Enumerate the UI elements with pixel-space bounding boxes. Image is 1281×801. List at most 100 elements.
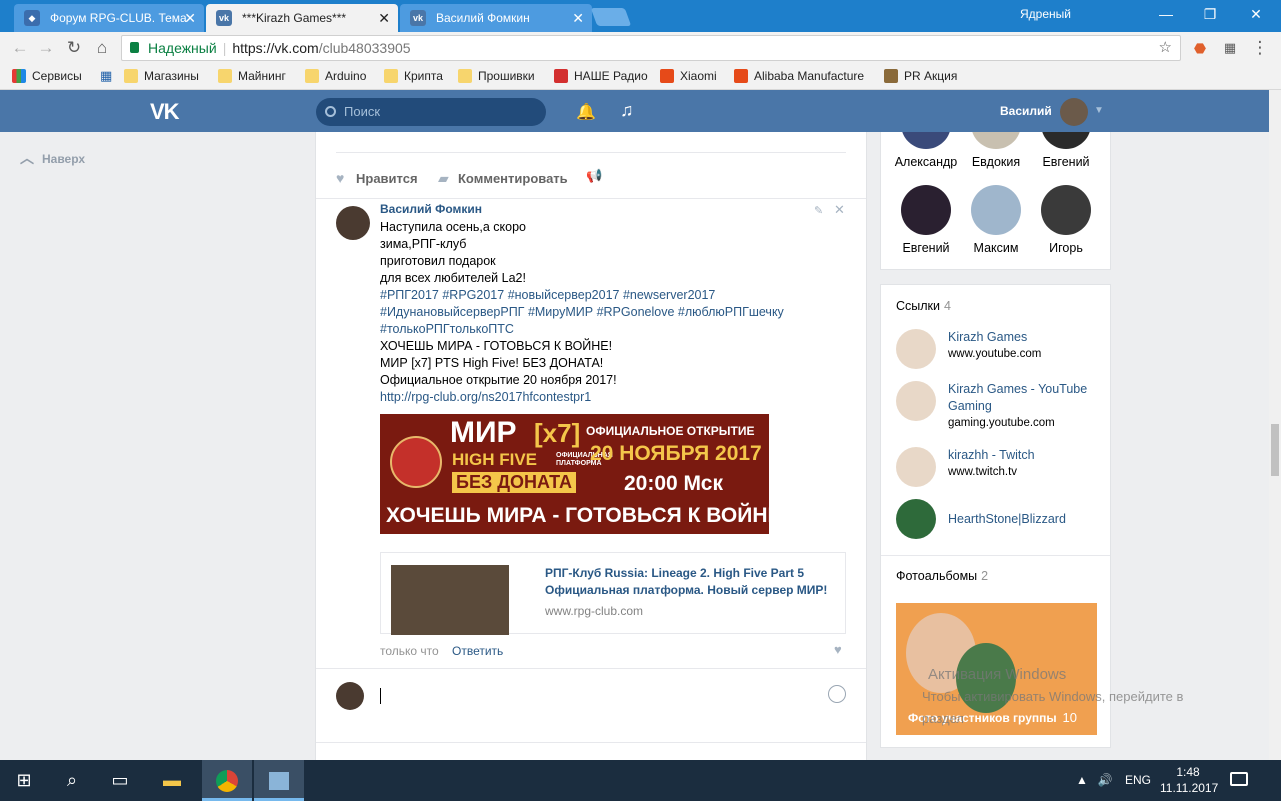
heart-icon[interactable]: ♥ xyxy=(834,642,848,657)
hashtag-link[interactable]: #ИдунановыйсерверРПГ xyxy=(380,305,524,319)
smile-icon[interactable] xyxy=(828,685,846,703)
hashtag-link[interactable]: #RPG2017 xyxy=(442,288,504,302)
friend-item[interactable]: Игорь xyxy=(1031,185,1101,255)
music-icon[interactable]: ♫ xyxy=(620,100,634,121)
bookmark-label: Майнинг xyxy=(238,69,286,83)
edit-icon[interactable]: ✎ xyxy=(814,204,823,217)
chevron-down-icon[interactable]: ▼ xyxy=(1094,105,1104,116)
notifications-icon[interactable] xyxy=(1230,772,1248,786)
forward-icon[interactable]: → xyxy=(34,36,58,60)
friend-item[interactable]: Евгений xyxy=(891,185,961,255)
link-domain: gaming.youtube.com xyxy=(948,417,1055,429)
vk-logo-icon[interactable]: VK xyxy=(150,99,180,125)
windows-start-icon[interactable]: ⊞ xyxy=(0,760,48,801)
nashe-radio-icon xyxy=(554,69,568,83)
avatar[interactable] xyxy=(336,206,370,240)
chrome-icon[interactable] xyxy=(202,760,252,801)
reply-link[interactable]: Ответить xyxy=(452,644,503,658)
reload-icon[interactable]: ↻ xyxy=(62,36,86,60)
bell-icon[interactable]: 🔔 xyxy=(576,102,596,122)
link-title[interactable]: Kirazh Games xyxy=(948,329,1096,346)
app-icon[interactable] xyxy=(254,760,304,801)
bookmark-xiaomi[interactable]: Xiaomi xyxy=(660,64,717,88)
file-explorer-icon[interactable]: ▬ xyxy=(148,760,196,801)
apps-grid-icon[interactable]: ▦ xyxy=(96,64,112,88)
bookmark-services[interactable]: Сервисы xyxy=(12,64,82,88)
close-icon[interactable]: ✕ xyxy=(378,4,390,32)
link-title[interactable]: Kirazh Games - YouTube Gaming xyxy=(948,381,1096,415)
address-bar[interactable]: Надежный | https://vk.com/club48033905 ☆ xyxy=(121,35,1181,61)
bookmark-folder-firmware[interactable]: Прошивки xyxy=(458,64,535,88)
home-icon[interactable]: ⌂ xyxy=(90,36,114,60)
scroll-up-button[interactable]: ︿ Наверх xyxy=(20,148,85,168)
avatar[interactable] xyxy=(1060,98,1088,126)
search-input[interactable]: Поиск xyxy=(316,98,546,126)
hashtag-line: #ИдунановыйсерверРПГ #МируМИР #RPGonelov… xyxy=(380,304,840,321)
tab-title: Форум RPG-CLUB. Тема xyxy=(50,11,187,25)
bookmark-alibaba[interactable]: Alibaba Manufacture xyxy=(734,64,864,88)
comment-time: только что xyxy=(380,644,439,658)
hashtag-link[interactable]: #newserver2017 xyxy=(623,288,715,302)
url-path: /club48033905 xyxy=(318,40,411,56)
maximize-button[interactable]: ❐ xyxy=(1187,0,1233,30)
search-placeholder: Поиск xyxy=(344,104,381,119)
hashtag-link[interactable]: #новыйсервер2017 xyxy=(508,288,620,302)
star-icon[interactable]: ☆ xyxy=(1159,36,1172,60)
comment-link[interactable]: http://rpg-club.org/ns2017hfcontestpr1 xyxy=(380,389,840,406)
close-icon[interactable]: ✕ xyxy=(572,4,584,32)
new-tab-button[interactable] xyxy=(590,8,632,26)
link-title[interactable]: kirazhh - Twitch xyxy=(948,447,1096,464)
hashtag-line: #РПГ2017 #RPG2017 #новыйсервер2017 #news… xyxy=(380,287,840,304)
links-title[interactable]: Ссылки 4 xyxy=(896,299,951,313)
link-title[interactable]: HearthStone|Blizzard xyxy=(948,511,1096,528)
profile-name[interactable]: Ядреный xyxy=(1020,0,1071,28)
language-indicator[interactable]: ENG xyxy=(1125,760,1151,801)
hashtag-link[interactable]: #толькоРПГтолькоПТС xyxy=(380,322,514,336)
like-button[interactable]: ♥ Нравится xyxy=(336,170,418,186)
bookmark-folder-mining[interactable]: Майнинг xyxy=(218,64,286,88)
close-window-button[interactable]: ✕ xyxy=(1233,0,1279,30)
user-name[interactable]: Василий xyxy=(1000,90,1052,132)
page-scrollbar[interactable] xyxy=(1269,90,1281,760)
clock[interactable]: 1:48 11.11.2017 xyxy=(1160,764,1218,796)
avatar xyxy=(336,682,364,710)
bookmark-folder-arduino[interactable]: Arduino xyxy=(305,64,366,88)
bookmark-label: Сервисы xyxy=(32,69,82,83)
friend-item[interactable]: Евгений xyxy=(1031,132,1101,169)
hashtag-link[interactable]: #люблюРПГшечку xyxy=(678,305,784,319)
back-icon[interactable]: ← xyxy=(8,36,32,60)
bookmark-pr[interactable]: PR Акция xyxy=(884,64,957,88)
comment-button[interactable]: ▰ Комментировать xyxy=(438,170,568,186)
task-view-icon[interactable]: ▭ xyxy=(96,760,144,801)
share-icon[interactable]: 📢 xyxy=(586,168,602,184)
minimize-button[interactable]: — xyxy=(1143,0,1189,30)
tab-vasily-fomkin[interactable]: vk Василий Фомкин ✕ xyxy=(400,4,592,32)
hashtag-link[interactable]: #RPGonelove xyxy=(597,305,675,319)
link-preview-card[interactable]: РПГ-Клуб Russia: Lineage 2. High Five Pa… xyxy=(380,552,846,635)
tab-kirazh-games[interactable]: vk ***Kirazh Games*** ✕ xyxy=(206,4,398,32)
comment-icon: ▰ xyxy=(438,170,449,186)
albums-title[interactable]: Фотоальбомы 2 xyxy=(896,569,988,583)
close-icon[interactable]: ✕ xyxy=(184,4,196,32)
bookmark-folder-crypto[interactable]: Крипта xyxy=(384,64,443,88)
reply-input[interactable] xyxy=(380,688,381,704)
friend-item[interactable]: Евдокия xyxy=(961,132,1031,169)
menu-icon[interactable]: ⋮ xyxy=(1248,36,1272,60)
extension-icon[interactable]: ▦ xyxy=(1218,36,1242,60)
tab-rpg-club[interactable]: ◆ Форум RPG-CLUB. Тема ✕ xyxy=(14,4,204,32)
scrollbar-thumb[interactable] xyxy=(1271,424,1279,476)
tray-icons[interactable]: ▲ 🔊 xyxy=(1076,760,1113,801)
friend-item[interactable]: Максим xyxy=(961,185,1031,255)
comment-author[interactable]: Василий Фомкин xyxy=(380,202,482,216)
link-title[interactable]: РПГ-Клуб Russia: Lineage 2. High Five Pa… xyxy=(545,565,835,599)
text-line: Официальное открытие 20 ноября 2017! xyxy=(380,373,617,387)
hashtag-link[interactable]: #РПГ2017 xyxy=(380,288,439,302)
bookmark-folder-shops[interactable]: Магазины xyxy=(124,64,199,88)
promo-banner-image[interactable]: МИР [x7] HIGH FIVE ОФИЦИАЛЬНАЯ ПЛАТФОРМА… xyxy=(380,414,782,534)
close-icon[interactable]: ✕ xyxy=(834,202,845,218)
friend-item[interactable]: Александр xyxy=(891,132,961,169)
extension-icon[interactable]: ⬣ xyxy=(1188,36,1212,60)
hashtag-link[interactable]: #МируМИР xyxy=(528,305,593,319)
search-icon[interactable]: ⌕ xyxy=(48,760,96,801)
bookmark-nashe-radio[interactable]: НАШЕ Радио xyxy=(554,64,648,88)
